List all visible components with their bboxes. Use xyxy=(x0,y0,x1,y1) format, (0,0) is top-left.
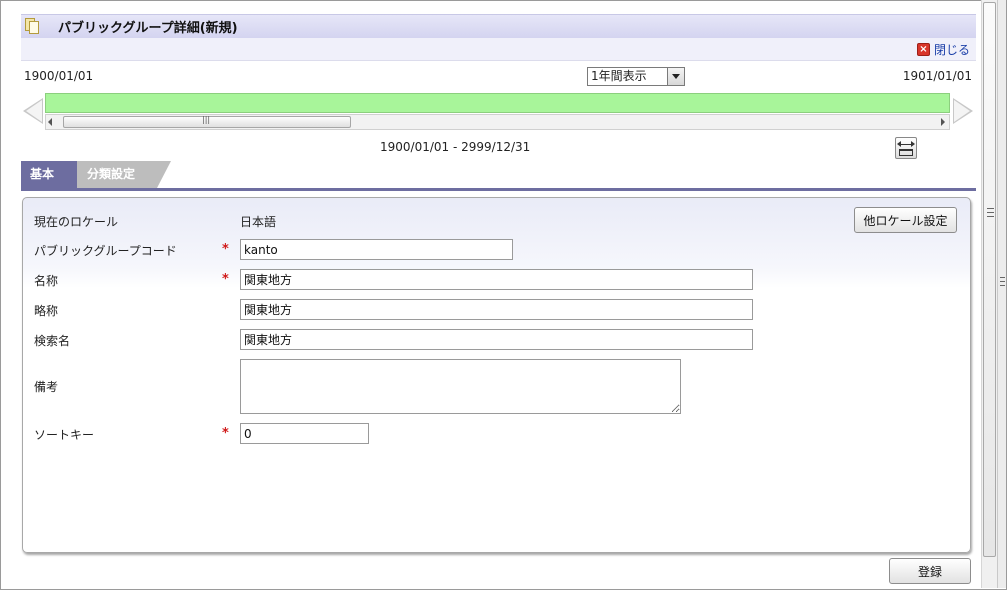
action-bar: × 閉じる xyxy=(21,38,976,61)
search-name-label: 検索名 xyxy=(34,334,71,348)
remarks-label: 備考 xyxy=(34,380,59,394)
locale-label: 現在のロケール xyxy=(34,215,119,229)
timeline-end-date: 1901/01/01 xyxy=(902,69,972,83)
required-mark: * xyxy=(222,272,229,287)
remarks-textarea[interactable] xyxy=(240,359,681,414)
timeline-scrollbar[interactable] xyxy=(45,114,950,130)
close-icon: × xyxy=(916,43,930,56)
tab-bar: 基本 分類設定 xyxy=(21,161,976,191)
close-button[interactable]: × 閉じる xyxy=(916,41,970,58)
short-name-label: 略称 xyxy=(34,304,59,318)
sort-key-input[interactable] xyxy=(240,423,369,444)
tab-category-settings[interactable]: 分類設定 xyxy=(77,161,171,188)
timeline-next-icon[interactable] xyxy=(953,98,973,124)
locale-value: 日本語 xyxy=(240,215,277,229)
timeline-prev-icon[interactable] xyxy=(23,98,43,124)
required-mark: * xyxy=(222,426,229,441)
search-name-input[interactable] xyxy=(240,329,753,350)
expand-arrows-icon xyxy=(897,141,915,147)
range-select-value: 1年間表示 xyxy=(591,69,647,83)
document-icon xyxy=(25,18,39,34)
box-icon xyxy=(899,149,913,156)
grip-icon xyxy=(987,208,994,217)
page-scrollbar[interactable] xyxy=(981,0,997,588)
fit-width-button[interactable] xyxy=(895,137,917,159)
group-code-label: パブリックグループコード xyxy=(34,244,177,258)
timeline-bar[interactable] xyxy=(45,93,950,113)
period-range: 1900/01/01 - 2999/12/31 xyxy=(380,140,531,154)
group-code-input[interactable] xyxy=(240,239,513,260)
grip-icon xyxy=(1000,277,1005,286)
sort-key-label: ソートキー xyxy=(34,428,95,442)
scroll-thumb[interactable] xyxy=(63,115,351,128)
page-scroll-thumb[interactable] xyxy=(983,2,996,557)
register-button[interactable]: 登録 xyxy=(889,558,971,584)
tab-basic[interactable]: 基本 xyxy=(21,161,89,188)
chevron-down-icon[interactable] xyxy=(667,68,684,85)
scroll-right-icon[interactable] xyxy=(941,118,945,126)
other-locale-button[interactable]: 他ロケール設定 xyxy=(854,207,957,233)
short-name-input[interactable] xyxy=(240,299,753,320)
outer-scrollbar[interactable] xyxy=(997,0,1006,588)
name-label: 名称 xyxy=(34,274,59,288)
page-title: パブリックグループ詳細(新規) xyxy=(58,21,238,36)
name-input[interactable] xyxy=(240,269,753,290)
timeline-start-date: 1900/01/01 xyxy=(24,69,94,83)
close-label: 閉じる xyxy=(933,43,970,57)
scroll-left-icon[interactable] xyxy=(48,118,52,126)
range-select[interactable]: 1年間表示 xyxy=(587,67,685,86)
required-mark: * xyxy=(222,242,229,257)
